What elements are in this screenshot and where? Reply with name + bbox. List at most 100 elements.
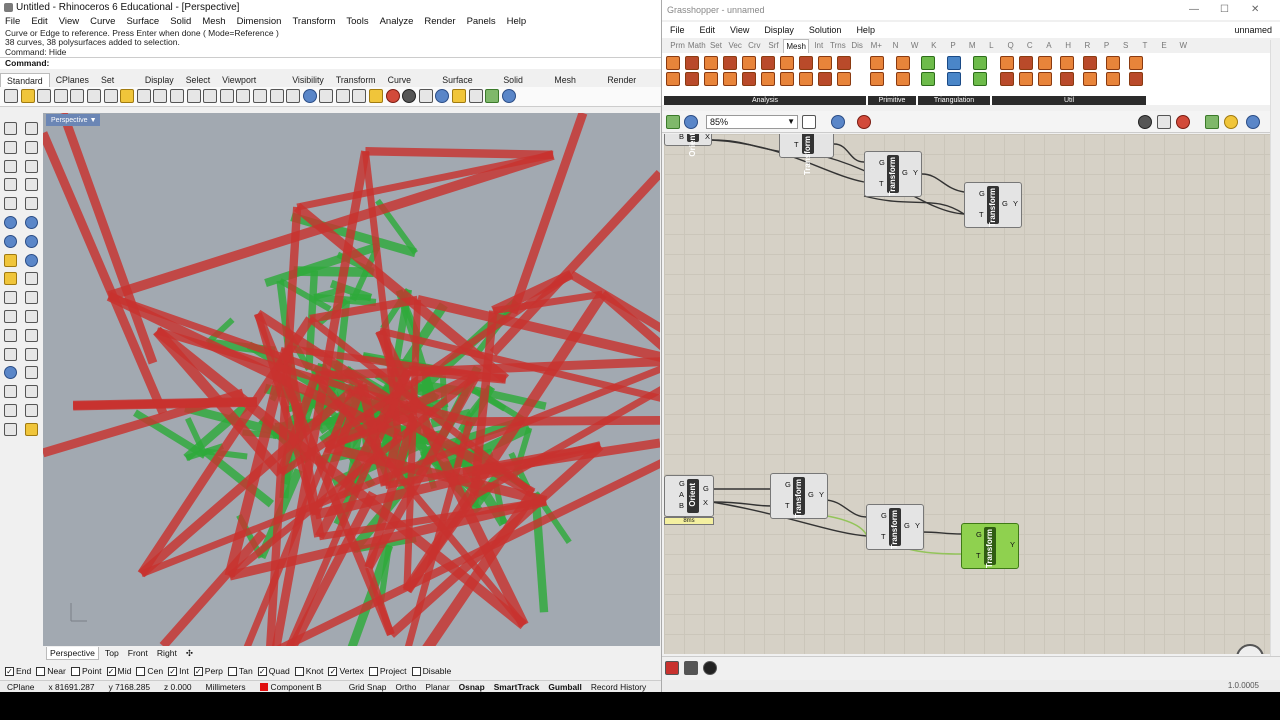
toggle-ortho[interactable]: Ortho (395, 681, 416, 692)
no-preview-icon[interactable] (1138, 115, 1152, 129)
gh-tab-19[interactable]: A (1039, 39, 1058, 53)
check-icon[interactable] (25, 403, 38, 417)
print-icon[interactable] (53, 89, 68, 103)
checkbox-icon[interactable] (227, 666, 237, 676)
zoom-extents-icon[interactable] (219, 89, 234, 103)
menu-panels[interactable]: Panels (467, 15, 496, 29)
input-t[interactable]: T (979, 210, 984, 219)
gh-tab-9[interactable]: Dis (848, 39, 867, 53)
mesh-edges-icon[interactable] (685, 56, 699, 70)
gh-cluster-icon[interactable] (684, 661, 698, 675)
color-wheel-icon[interactable] (385, 89, 400, 103)
analyze-icon[interactable] (4, 403, 17, 417)
gh-canvas[interactable]: B X Orient T Transform G T G Y Transform… (664, 134, 1270, 654)
open-folder-icon[interactable] (20, 89, 35, 103)
gh-tab-8[interactable]: Trns (828, 39, 847, 53)
gh-menu-edit[interactable]: Edit (700, 22, 716, 38)
face-circles-icon[interactable] (742, 72, 756, 86)
menu-mesh[interactable]: Mesh (202, 15, 225, 29)
output-g[interactable]: G (904, 521, 910, 530)
select-all-icon[interactable] (302, 89, 317, 103)
delaunay-icon[interactable] (921, 56, 935, 70)
hide-icon[interactable] (319, 89, 334, 103)
convex-hull-icon[interactable] (973, 56, 987, 70)
simple-mesh-icon[interactable] (1038, 72, 1052, 86)
menu-help[interactable]: Help (507, 15, 527, 29)
box-icon[interactable] (4, 234, 17, 248)
delete-faces-icon[interactable] (1060, 72, 1074, 86)
checkbox-icon[interactable] (368, 666, 378, 676)
menu-edit[interactable]: Edit (31, 15, 47, 29)
boolean-icon[interactable] (25, 253, 38, 267)
preview-eye-icon[interactable] (831, 115, 845, 129)
menu-surface[interactable]: Surface (126, 15, 159, 29)
cplane-icon[interactable] (286, 89, 301, 103)
tab-solid-tools[interactable]: Solid Tools (497, 73, 548, 99)
mesh-flip-icon[interactable] (799, 72, 813, 86)
perspective-viewport[interactable]: Perspective ▼ (43, 113, 660, 646)
zoom-window-icon[interactable] (203, 89, 218, 103)
wireframe-preview-icon[interactable] (1157, 115, 1171, 129)
help-icon[interactable] (501, 89, 516, 103)
copy-icon[interactable] (103, 89, 118, 103)
point-icon[interactable] (25, 122, 38, 135)
face-boundaries-icon[interactable] (704, 72, 718, 86)
trim-icon[interactable] (4, 328, 17, 342)
input-g[interactable]: G (976, 530, 982, 539)
output-y[interactable]: Y (1010, 540, 1015, 549)
menu-view[interactable]: View (59, 15, 79, 29)
face-normals-icon[interactable] (666, 72, 680, 86)
output-g[interactable]: G (703, 484, 709, 493)
osnap-int[interactable]: ✓ Int (168, 664, 189, 678)
toggle-planar[interactable]: Planar (425, 681, 449, 692)
osnap-disable[interactable]: Disable (411, 664, 451, 678)
mesh-sphere-icon[interactable] (870, 72, 884, 86)
mesh-join-icon[interactable] (818, 56, 832, 70)
tab-viewport-layout[interactable]: Viewport Layout (216, 73, 286, 99)
ellipse-icon[interactable] (4, 178, 17, 192)
fillet-curve-icon[interactable] (25, 197, 38, 211)
tab-curve-tools[interactable]: Curve Tools (382, 73, 437, 99)
four-view-icon[interactable] (269, 89, 284, 103)
save-icon[interactable] (37, 89, 52, 103)
gh-tab-5[interactable]: Srf (764, 39, 783, 53)
gh-tab-17[interactable]: Q (1001, 39, 1020, 53)
checkbox-icon[interactable]: ✓ (168, 666, 178, 676)
gh-solver-icon[interactable] (703, 661, 717, 675)
offset-icon[interactable] (25, 272, 38, 286)
gh-tab-3[interactable]: Vec (726, 39, 745, 53)
gh-tab-25[interactable]: E (1155, 39, 1174, 53)
gh-open-icon[interactable] (666, 115, 680, 129)
mesh-volume-icon[interactable] (685, 72, 699, 86)
gh-menu-file[interactable]: File (670, 22, 685, 38)
gh-tab-21[interactable]: R (1078, 39, 1097, 53)
gh-tab-26[interactable]: W (1174, 39, 1193, 53)
lightbulb-tool-icon[interactable] (452, 89, 467, 103)
checkbox-icon[interactable] (70, 666, 80, 676)
rotate-icon[interactable] (25, 366, 38, 380)
transform-component-5[interactable]: G T G Y Transform (866, 504, 924, 550)
curve-icon[interactable] (25, 140, 38, 154)
green-member[interactable] (313, 293, 377, 307)
light-bulb-icon[interactable] (369, 89, 384, 103)
current-layer[interactable]: Component B (253, 681, 329, 692)
checkbox-icon[interactable]: ✓ (5, 666, 14, 676)
checkbox-icon[interactable] (294, 666, 304, 676)
cull-faces-icon[interactable] (1106, 56, 1120, 70)
mesh-area-icon[interactable] (704, 56, 718, 70)
mesh-box-primitive-icon[interactable] (896, 56, 910, 70)
substrate-icon[interactable] (947, 72, 961, 86)
tab-cplanes[interactable]: CPlanes (50, 73, 95, 87)
mesh-inclusion-icon[interactable] (723, 72, 737, 86)
osnap-tan[interactable]: Tan (227, 664, 253, 678)
gh-menu-display[interactable]: Display (764, 22, 794, 38)
triangulate-icon[interactable] (1106, 72, 1120, 86)
toggle-gumball[interactable]: Gumball (548, 681, 582, 692)
layout-icon[interactable] (4, 422, 17, 436)
zoom-select[interactable]: 85% ▼ (706, 115, 798, 129)
menu-solid[interactable]: Solid (170, 15, 191, 29)
settings-custom-icon[interactable] (1038, 56, 1052, 70)
osnap-mid[interactable]: ✓ Mid (106, 664, 131, 678)
ribbon-label-util[interactable]: Util (992, 96, 1146, 105)
gh-scrollbar[interactable] (1270, 40, 1280, 660)
